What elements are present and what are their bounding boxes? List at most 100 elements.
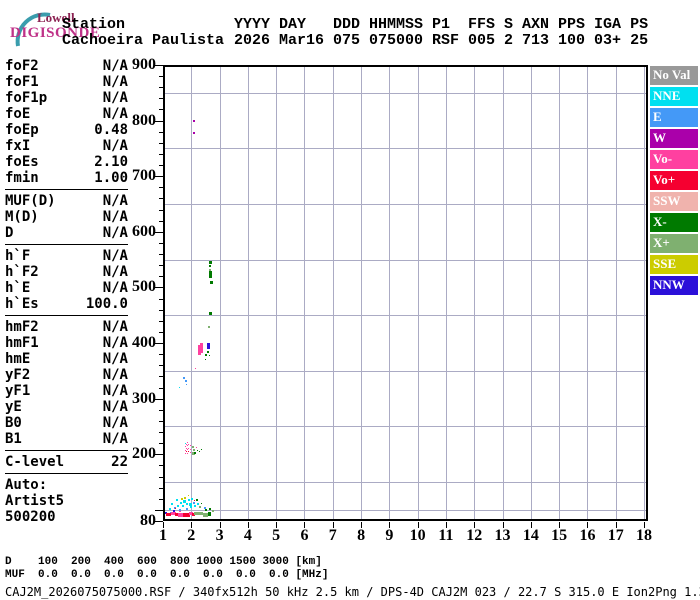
y-axis-major-tick [155, 120, 163, 122]
vertical-gridline [615, 67, 617, 519]
y-axis-minor-tick [159, 498, 163, 500]
x-axis-label: 18 [636, 527, 653, 544]
echo-point [189, 444, 191, 446]
echo-point [208, 326, 211, 329]
y-axis-minor-tick [159, 320, 163, 322]
y-axis-minor-tick [159, 209, 163, 211]
echo-point [184, 452, 186, 454]
vertical-gridline [276, 67, 278, 519]
panel-separator [5, 450, 128, 451]
vertical-gridline [644, 67, 646, 519]
param-value: N/A [102, 193, 128, 209]
echo-direction-legend: No Val NNE E W Vo- Vo+ SSW X- X+ SSE NNW [650, 66, 698, 297]
legend-item-sse: SSE [650, 255, 698, 274]
ionogram-plot-area [163, 65, 648, 521]
param-label: yF1 [5, 383, 31, 399]
param-row: D N/A [5, 225, 128, 241]
y-axis-minor-tick [159, 476, 163, 478]
param-label: foF2 [5, 58, 39, 74]
param-label: foEs [5, 154, 39, 170]
y-axis-minor-tick [159, 109, 163, 111]
echo-point [185, 383, 187, 385]
legend-item-ssw: SSW [650, 192, 698, 211]
d-muf-table: D 100 200 400 600 800 1000 1500 3000 [km… [5, 556, 328, 582]
y-axis-minor-tick [159, 87, 163, 89]
echo-point [195, 499, 198, 502]
echo-point [201, 503, 203, 505]
echo-point [196, 502, 199, 505]
y-axis-minor-tick [159, 309, 163, 311]
param-value: N/A [102, 367, 128, 383]
x-axis-label: 7 [328, 527, 337, 544]
d-row: D 100 200 400 600 800 1000 1500 3000 [km… [5, 556, 322, 568]
param-value: N/A [102, 264, 128, 280]
vertical-gridline [219, 67, 221, 519]
station-label: Station [62, 16, 126, 33]
y-axis-label: 80 [140, 512, 156, 529]
param-row: yF1 N/A [5, 383, 128, 399]
horizontal-gridline [165, 482, 646, 484]
param-row: foEp 0.48 [5, 122, 128, 138]
y-axis-minor-tick [159, 198, 163, 200]
vertical-gridline [332, 67, 334, 519]
y-axis-minor-tick [159, 220, 163, 222]
horizontal-gridline [165, 259, 646, 261]
param-value: N/A [102, 74, 128, 90]
y-axis-minor-tick [159, 76, 163, 78]
echo-trace-vertical [206, 343, 210, 349]
x-axis-label: 12 [466, 527, 483, 544]
y-axis-minor-tick [159, 487, 163, 489]
param-value: N/A [102, 415, 128, 431]
y-axis-minor-tick [159, 420, 163, 422]
y-axis-minor-tick [159, 131, 163, 133]
x-axis-label: 9 [385, 527, 394, 544]
param-label: h`E [5, 280, 31, 296]
y-axis-major-tick [155, 343, 163, 345]
echo-point [180, 497, 183, 500]
y-axis-label: 200 [132, 445, 156, 463]
x-axis-label: 17 [607, 527, 624, 544]
param-label: yE [5, 399, 22, 415]
y-axis-label: 700 [132, 167, 156, 185]
y-axis-label: 300 [132, 389, 156, 407]
echo-point [190, 505, 193, 508]
y-axis-minor-tick [159, 365, 163, 367]
horizontal-gridline [165, 370, 646, 372]
param-label: C-level [5, 454, 65, 470]
y-axis-minor-tick [159, 376, 163, 378]
muf-row: MUF 0.0 0.0 0.0 0.0 0.0 0.0 0.0 0.0 [MHz… [5, 569, 329, 581]
param-label: hmE [5, 351, 31, 367]
vertical-gridline [247, 67, 249, 519]
y-axis-label: 400 [132, 334, 156, 352]
echo-point [208, 507, 211, 510]
param-row: h`F2 N/A [5, 264, 128, 280]
param-label: foEp [5, 122, 39, 138]
echo-point [205, 353, 208, 356]
y-axis-major-tick [155, 287, 163, 289]
x-axis-label: 11 [438, 527, 454, 544]
param-row: foEs 2.10 [5, 154, 128, 170]
echo-point [195, 447, 197, 449]
param-row: h`F N/A [5, 248, 128, 264]
param-row: hmF1 N/A [5, 335, 128, 351]
param-row: fxI N/A [5, 138, 128, 154]
param-label: B1 [5, 431, 22, 447]
y-axis-major-tick [155, 65, 163, 66]
param-value: N/A [102, 431, 128, 447]
echo-point [179, 386, 181, 388]
param-label: h`Es [5, 296, 39, 312]
echo-point [208, 265, 211, 268]
param-label: foF1 [5, 74, 39, 90]
y-axis-minor-tick [159, 265, 163, 267]
echo-point [187, 499, 190, 502]
param-row: foF2 N/A [5, 58, 128, 74]
echo-point [209, 261, 213, 265]
station-name: Cachoeira Paulista [62, 32, 225, 49]
echo-point [196, 450, 198, 452]
vertical-gridline [417, 67, 419, 519]
legend-item-w: W [650, 129, 698, 148]
y-axis-minor-tick [159, 387, 163, 389]
vertical-gridline [361, 67, 363, 519]
echo-point [194, 368, 196, 370]
param-value: 100.0 [85, 296, 128, 312]
